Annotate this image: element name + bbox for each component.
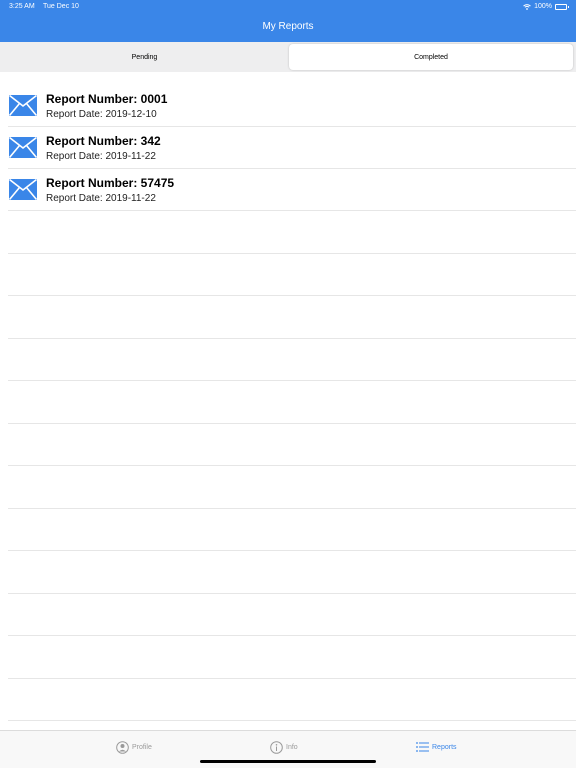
status-date: Tue Dec 10	[43, 3, 79, 10]
tab-info[interactable]: Info	[270, 739, 298, 755]
list-item[interactable]: Report Number: 342 Report Date: 2019-11-…	[8, 127, 576, 169]
empty-row	[8, 424, 576, 466]
tab-reports[interactable]: Reports	[416, 739, 457, 755]
list-item[interactable]: Report Number: 57475 Report Date: 2019-1…	[8, 169, 576, 211]
tab-completed-label: Completed	[414, 53, 448, 61]
empty-row	[8, 254, 576, 296]
empty-row	[8, 594, 576, 636]
tab-profile-label: Profile	[132, 743, 152, 751]
tab-info-label: Info	[286, 743, 298, 751]
tab-pending[interactable]: Pending	[2, 44, 287, 70]
tab-profile[interactable]: Profile	[116, 739, 152, 755]
tab-reports-label: Reports	[432, 743, 457, 751]
info-icon	[270, 740, 283, 754]
tab-pending-label: Pending	[131, 53, 158, 61]
status-time: 3:25 AM	[9, 3, 35, 10]
empty-row	[8, 551, 576, 594]
report-number: Report Number: 0001	[46, 92, 168, 106]
page-title: My Reports	[262, 21, 314, 32]
battery-percent: 100%	[534, 3, 552, 10]
empty-row	[8, 466, 576, 509]
envelope-icon	[9, 179, 37, 200]
report-number: Report Number: 342	[46, 134, 161, 148]
list-icon	[416, 742, 429, 752]
status-segmented-control: Pending Completed	[0, 42, 576, 72]
navigation-header: 3:25 AM Tue Dec 10 100% My Reports	[0, 0, 576, 42]
empty-row	[8, 679, 576, 721]
envelope-icon	[9, 95, 37, 116]
empty-row	[8, 296, 576, 339]
profile-icon	[116, 740, 129, 754]
envelope-icon	[9, 137, 37, 158]
empty-row	[8, 339, 576, 381]
battery-icon	[555, 4, 569, 10]
tab-completed[interactable]: Completed	[289, 44, 573, 70]
reports-list: Report Number: 0001 Report Date: 2019-12…	[0, 85, 576, 721]
empty-row	[8, 381, 576, 424]
status-indicators: 100%	[523, 0, 569, 14]
wifi-icon	[523, 4, 531, 10]
list-item[interactable]: Report Number: 0001 Report Date: 2019-12…	[8, 85, 576, 127]
report-date: Report Date: 2019-12-10	[46, 109, 157, 120]
empty-row	[8, 509, 576, 551]
report-date: Report Date: 2019-11-22	[46, 193, 156, 204]
home-indicator[interactable]	[200, 760, 376, 763]
report-date: Report Date: 2019-11-22	[46, 151, 156, 162]
status-bar: 3:25 AM Tue Dec 10 100%	[0, 0, 576, 14]
report-number: Report Number: 57475	[46, 176, 175, 190]
empty-row	[8, 636, 576, 679]
empty-row	[8, 211, 576, 254]
